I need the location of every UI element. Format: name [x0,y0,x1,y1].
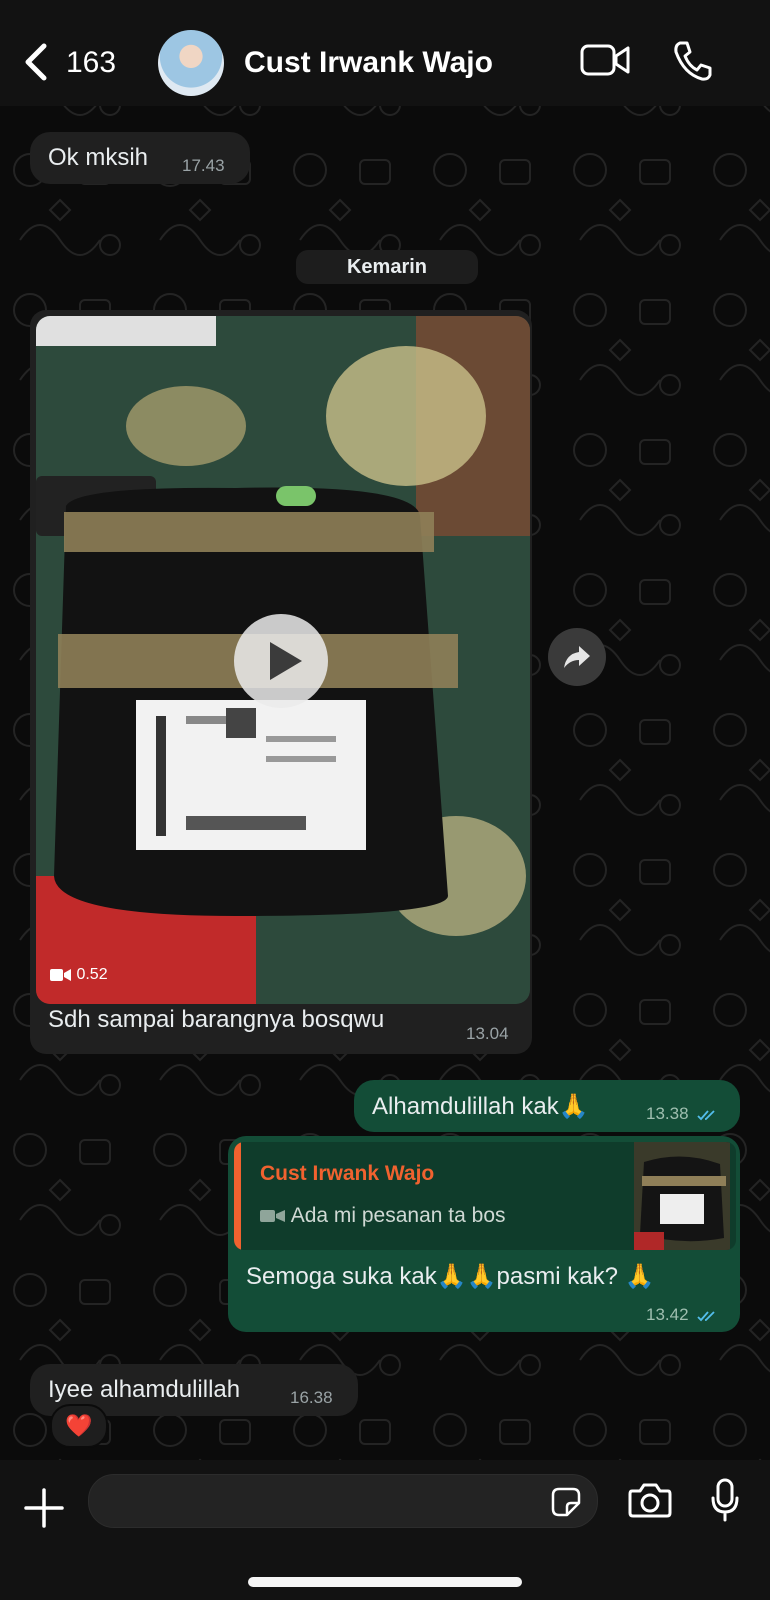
video-message-bubble[interactable]: 0.52 Sdh sampai barangnya bosqwu 13.04 [30,310,532,1054]
quoted-text-row: Ada mi pesanan ta bos [260,1204,506,1228]
home-indicator[interactable] [248,1577,522,1587]
message-time-row: 13.38 [646,1104,719,1124]
quote-accent-bar [234,1142,241,1250]
message-time-row: 13.42 [646,1305,719,1325]
camera-icon[interactable] [628,1482,672,1518]
double-check-icon [697,1109,715,1120]
chat-header: 163 Cust Irwank Wajo [0,0,770,106]
avatar[interactable] [158,30,224,96]
message-text: Semoga suka kak🙏🙏pasmi kak? 🙏 [246,1263,655,1290]
message-input-box[interactable] [88,1474,598,1528]
message-time: 17.43 [182,156,225,175]
message-input[interactable] [107,1485,511,1519]
back-chevron-icon[interactable] [20,42,52,82]
video-caption: Sdh sampai barangnya bosqwu [48,1006,385,1033]
date-separator: Kemarin [296,250,478,284]
reaction-badge[interactable]: ❤️ [50,1404,108,1448]
message-bubble-out[interactable]: Alhamdulillah kak🙏 13.38 [354,1080,740,1132]
video-call-icon[interactable] [580,42,630,78]
video-camera-icon [50,968,71,981]
video-duration: 0.52 [50,966,108,984]
play-icon[interactable] [234,614,328,708]
forward-icon [564,646,590,668]
forward-button[interactable] [548,628,606,686]
message-time: 16.38 [290,1388,333,1407]
unread-count[interactable]: 163 [66,46,116,80]
quoted-video-thumbnail [634,1142,730,1250]
contact-name[interactable]: Cust Irwank Wajo [244,46,493,80]
sticker-icon[interactable] [551,1487,581,1517]
message-time: 13.42 [646,1305,689,1324]
quoted-thumbnail-image [634,1142,730,1250]
quoted-text: Ada mi pesanan ta bos [290,1204,506,1227]
message-text: Iyee alhamdulillah [48,1376,241,1403]
message-time: 13.04 [466,1024,509,1043]
plus-icon[interactable] [24,1488,64,1528]
video-camera-icon [260,1210,285,1223]
quoted-sender: Cust Irwank Wajo [260,1162,435,1185]
message-text: Ok mksih [48,144,149,171]
quoted-message[interactable]: Cust Irwank Wajo Ada mi pesanan ta bos [234,1142,736,1250]
message-time: 13.38 [646,1104,689,1123]
video-thumbnail[interactable]: 0.52 [36,316,530,1004]
microphone-icon[interactable] [710,1478,740,1522]
video-duration-text: 0.52 [76,966,108,983]
message-text: Alhamdulillah kak🙏 [372,1093,589,1120]
message-bubble-in[interactable]: Ok mksih 17.43 [30,132,250,184]
double-check-icon [697,1310,715,1321]
phone-icon[interactable] [672,40,712,82]
